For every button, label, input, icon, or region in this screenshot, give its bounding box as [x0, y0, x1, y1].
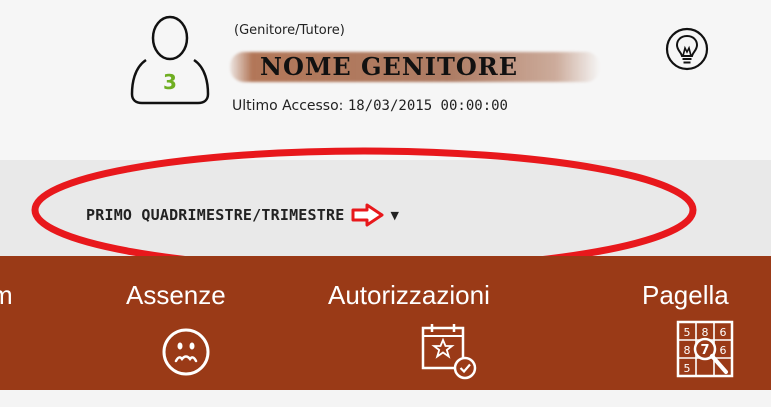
lightbulb-icon[interactable]	[664, 26, 710, 72]
main-nav: m Assenze Autorizzazioni Pagella 5 8 6 8…	[0, 256, 771, 390]
svg-text:6: 6	[720, 326, 727, 339]
svg-text:6: 6	[720, 344, 727, 357]
last-access: Ultimo Accesso: 18/03/2015 00:00:00	[232, 98, 508, 114]
nav-item-label: m	[0, 280, 13, 310]
nav-item-label: Assenze	[126, 280, 226, 310]
report-card-icon: 5 8 6 8 6 5 7	[676, 320, 734, 378]
user-avatar-icon: 3	[130, 15, 210, 105]
dropdown-caret-icon[interactable]: ▼	[390, 209, 398, 222]
nav-item-label: Pagella	[642, 280, 729, 310]
user-role: (Genitore/Tutore)	[234, 23, 345, 38]
parent-name-block: NOME GENITORE	[230, 50, 620, 88]
last-access-label: Ultimo Accesso:	[232, 98, 344, 114]
nav-item-autorizzazioni[interactable]: Autorizzazioni	[320, 256, 570, 390]
svg-text:5: 5	[684, 326, 691, 339]
svg-text:7: 7	[700, 343, 709, 358]
period-selector[interactable]: PRIMO QUADRIMESTRE/TRIMESTRE ▼	[86, 203, 399, 227]
nav-item-partial[interactable]: m	[0, 256, 60, 390]
nav-item-pagella[interactable]: Pagella 5 8 6 8 6 5 7	[628, 256, 771, 390]
nav-item-label: Autorizzazioni	[328, 280, 490, 310]
bottom-strip	[0, 390, 771, 407]
nav-item-assenze[interactable]: Assenze	[118, 256, 268, 390]
period-bar: PRIMO QUADRIMESTRE/TRIMESTRE ▼	[0, 160, 771, 256]
avatar-badge: 3	[163, 70, 177, 94]
sad-face-icon	[162, 328, 210, 376]
period-label: PRIMO QUADRIMESTRE/TRIMESTRE	[86, 206, 345, 224]
svg-text:5: 5	[684, 362, 691, 375]
user-header: 3 (Genitore/Tutore) NOME GENITORE Ultimo…	[0, 0, 771, 160]
last-access-value: 18/03/2015 00:00:00	[347, 98, 508, 114]
red-arrow-icon	[351, 203, 384, 227]
parent-name: NOME GENITORE	[260, 52, 519, 81]
calendar-check-icon	[421, 324, 477, 380]
svg-text:8: 8	[684, 344, 691, 357]
svg-text:8: 8	[702, 326, 709, 339]
